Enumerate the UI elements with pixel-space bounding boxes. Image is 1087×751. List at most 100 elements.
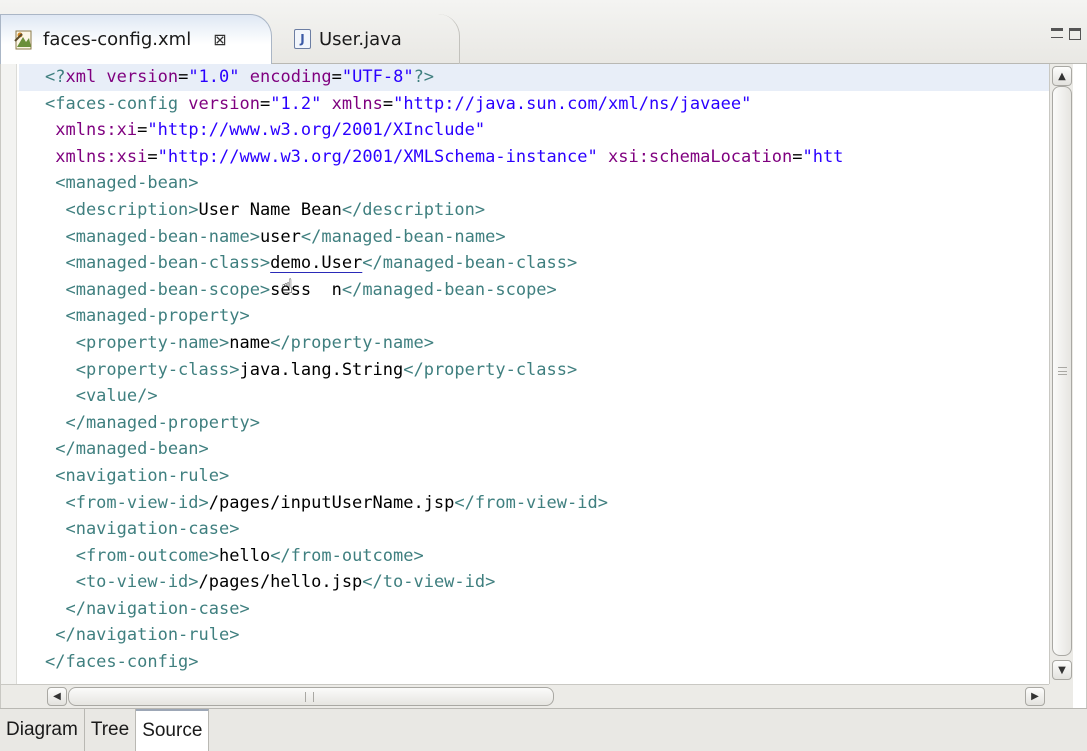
xml-tag: </managed-property> xyxy=(45,412,260,433)
xml-tag: </managed-bean> xyxy=(45,439,209,460)
tab-faces-config[interactable]: faces-config.xml ⊠ xyxy=(0,14,272,64)
code-line[interactable]: <value/> xyxy=(19,383,1049,410)
xml-tag: </description> xyxy=(341,199,486,220)
code-line[interactable]: <managed-bean-scope>sess ☝ n</managed-bea… xyxy=(19,274,1049,304)
xml-tag: </managed-bean-scope> xyxy=(341,279,557,300)
horizontal-scrollbar[interactable]: ◀ ▶ xyxy=(45,684,1049,708)
maximize-icon[interactable] xyxy=(1069,28,1081,40)
xml-tag: <navigation-rule> xyxy=(45,465,230,486)
xml-text: java.lang.String xyxy=(239,359,404,380)
scroll-right-icon[interactable]: ▶ xyxy=(1025,687,1045,706)
xml-tag: </navigation-rule> xyxy=(45,625,240,646)
scroll-up-icon[interactable]: ▲ xyxy=(1052,66,1072,86)
xml-attribute-name: version xyxy=(188,93,260,114)
code-line[interactable]: </managed-bean> xyxy=(19,436,1049,463)
code-line[interactable]: <navigation-case> xyxy=(19,516,1049,543)
xml-text: /pages/hello.jsp xyxy=(198,572,363,593)
xml-attribute-name: xsi:schemaLocation xyxy=(607,146,793,167)
editor-page-tabs: Diagram Tree Source xyxy=(0,708,1087,751)
xml-text: user xyxy=(259,226,301,247)
xml-tag: <navigation-case> xyxy=(45,519,240,540)
xml-tag: ?> xyxy=(413,67,435,87)
scrollbar-corner xyxy=(1049,684,1073,708)
xml-text: = xyxy=(259,93,271,114)
vertical-scrollbar[interactable]: ▲ ▼ xyxy=(1049,64,1073,684)
scrollbar-left-filler xyxy=(1,684,45,708)
xml-tag: </navigation-case> xyxy=(45,598,250,619)
xml-attribute-name: encoding xyxy=(249,67,332,87)
code-line[interactable]: <property-name>name</property-name> xyxy=(19,330,1049,357)
xml-tag: <from-view-id> xyxy=(45,492,209,513)
code-line[interactable]: <managed-property> xyxy=(19,303,1049,330)
tab-source[interactable]: Source xyxy=(136,709,210,751)
scroll-left-icon[interactable]: ◀ xyxy=(47,687,67,706)
grip-icon xyxy=(305,692,314,702)
tab-label: faces-config.xml xyxy=(43,29,192,50)
xml-text: = xyxy=(147,146,158,167)
xml-text xyxy=(321,94,331,114)
code-line[interactable]: <to-view-id>/pages/hello.jsp</to-view-id… xyxy=(19,569,1049,596)
xml-attribute-name: xml version xyxy=(65,67,179,87)
xml-tag: </managed-bean-class> xyxy=(362,253,578,274)
minimize-icon[interactable] xyxy=(1051,28,1063,38)
xml-text xyxy=(45,147,55,167)
tab-diagram[interactable]: Diagram xyxy=(0,709,85,751)
code-line[interactable]: </navigation-rule> xyxy=(19,622,1049,649)
code-line[interactable]: <from-outcome>hello</from-outcome> xyxy=(19,543,1049,570)
code-line[interactable]: xmlns:xi="http://www.w3.org/2001/XInclud… xyxy=(19,117,1049,144)
close-icon[interactable]: ⊠ xyxy=(213,30,226,49)
tab-user-java[interactable]: J User.java xyxy=(272,14,460,64)
xml-tag: </from-view-id> xyxy=(454,492,608,513)
xml-text: = xyxy=(331,67,342,87)
xml-text: = xyxy=(382,93,394,114)
code-line[interactable]: </faces-config> xyxy=(19,649,1049,676)
xml-text: = xyxy=(178,67,189,87)
scroll-down-icon[interactable]: ▼ xyxy=(1052,660,1072,680)
xml-text xyxy=(598,147,608,167)
xml-tag: <description> xyxy=(45,199,199,220)
editor-gutter xyxy=(1,64,17,684)
code-line[interactable]: xmlns:xsi="http://www.w3.org/2001/XMLSch… xyxy=(19,144,1049,171)
xml-attribute-value: "htt xyxy=(802,146,844,167)
tab-tree[interactable]: Tree xyxy=(85,709,137,751)
xml-text: /pages/inputUserName.jsp xyxy=(208,492,455,513)
window-controls xyxy=(1051,28,1081,40)
xml-tag: <to-view-id> xyxy=(45,572,199,593)
code-line[interactable]: </navigation-case> xyxy=(19,596,1049,623)
code-line[interactable]: <?xml version="1.0" encoding="UTF-8"?> xyxy=(19,64,1049,91)
grip-icon xyxy=(1058,367,1067,375)
code-line[interactable]: <managed-bean-class>demo.User</managed-b… xyxy=(19,250,1049,277)
horizontal-scroll-thumb[interactable] xyxy=(68,687,554,706)
xml-attribute-value: "http://java.sun.com/xml/ns/javaee" xyxy=(393,93,752,114)
code-line[interactable]: </managed-property> xyxy=(19,410,1049,437)
xml-attribute-value: "1.0" xyxy=(188,67,240,87)
xml-tag: <managed-bean> xyxy=(45,173,199,194)
xml-text: User Name Bean xyxy=(198,199,342,220)
vertical-scroll-thumb[interactable] xyxy=(1052,86,1072,656)
xml-tag: </faces-config> xyxy=(45,652,199,673)
xml-tag: <property-class> xyxy=(45,359,240,380)
xml-tag: <faces-config xyxy=(45,93,189,114)
xml-tag: <managed-bean-scope> xyxy=(45,279,271,300)
code-line[interactable]: <managed-bean-name>user</managed-bean-na… xyxy=(19,224,1049,251)
xml-attribute-value: "http://www.w3.org/2001/XMLSchema-instan… xyxy=(157,146,598,167)
xml-tag: <managed-bean-class> xyxy=(45,253,271,274)
code-line[interactable]: <navigation-rule> xyxy=(19,463,1049,490)
editor-tab-bar: faces-config.xml ⊠ J User.java xyxy=(0,0,1087,64)
class-hyperlink[interactable]: demo.User xyxy=(270,253,362,273)
code-line[interactable]: <faces-config version="1.2" xmlns="http:… xyxy=(19,91,1049,118)
xml-source-editor[interactable]: <?xml version="1.0" encoding="UTF-8"?> <f… xyxy=(0,64,1087,708)
code-line[interactable]: <description>User Name Bean</description… xyxy=(19,197,1049,224)
xml-text: hello xyxy=(219,545,271,566)
xml-text: name xyxy=(229,332,271,353)
code-line[interactable]: <managed-bean> xyxy=(19,170,1049,197)
xml-attribute-name: xmlns:xi xyxy=(55,120,138,141)
code-area[interactable]: <?xml version="1.0" encoding="UTF-8"?> <f… xyxy=(19,64,1049,684)
code-line[interactable]: <from-view-id>/pages/inputUserName.jsp</… xyxy=(19,490,1049,517)
xml-tag: <managed-property> xyxy=(45,306,250,327)
xml-tag: <? xyxy=(45,67,66,87)
xml-tag: <managed-bean-name> xyxy=(45,226,260,247)
code-line[interactable]: <property-class>java.lang.String</proper… xyxy=(19,357,1049,384)
xml-tag: </property-name> xyxy=(270,332,434,353)
java-file-icon: J xyxy=(294,29,311,49)
